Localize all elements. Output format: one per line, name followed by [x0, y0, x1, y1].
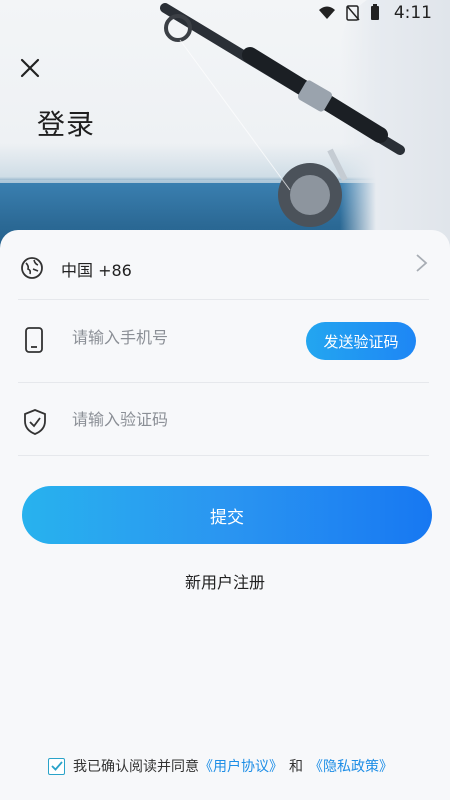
verification-code-input[interactable] [72, 410, 292, 429]
no-sim-icon [346, 4, 360, 21]
agreement-text: 我已确认阅读并同意 [73, 759, 199, 775]
status-bar: 4:11 [0, 0, 450, 26]
battery-icon [371, 4, 379, 20]
close-button[interactable] [18, 56, 42, 80]
register-link[interactable]: 新用户注册 [0, 569, 450, 593]
send-code-button[interactable]: 发送验证码 [306, 322, 416, 360]
shield-check-icon [22, 408, 48, 436]
status-icons [318, 4, 380, 21]
agreement-row: 我已确认阅读并同意 《用户协议》 和 《隐私政策》 [48, 756, 393, 776]
phone-input[interactable] [72, 328, 292, 347]
user-agreement-link[interactable]: 《用户协议》 [199, 756, 283, 776]
chevron-right-icon [416, 254, 428, 272]
wifi-icon [319, 6, 335, 19]
agreement-and-text: 和 [289, 759, 303, 775]
globe-icon [20, 256, 44, 280]
phone-icon [24, 326, 44, 354]
agreement-checkbox[interactable] [48, 757, 65, 775]
country-code-label: 中国 +86 [61, 261, 132, 280]
checkmark-icon [50, 761, 63, 771]
status-time: 4:11 [393, 3, 432, 23]
close-icon [20, 58, 40, 78]
privacy-policy-link[interactable]: 《隐私政策》 [309, 756, 393, 776]
submit-button[interactable]: 提交 [22, 486, 432, 544]
page-title: 登录 [37, 108, 96, 141]
